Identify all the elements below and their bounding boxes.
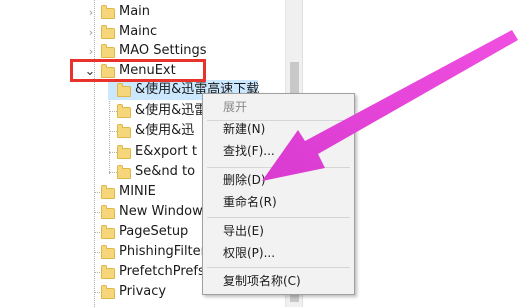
tree-item-label: PageSetup xyxy=(119,224,189,239)
tree-item-label: MAO Settings xyxy=(119,43,207,58)
tree-item-label: E&xport t xyxy=(135,144,197,159)
menu-item-export[interactable]: 导出(E) xyxy=(203,220,354,242)
chevron-right-icon[interactable]: › xyxy=(83,41,99,61)
tree-item-label: Mainc xyxy=(119,24,158,39)
menu-item-delete[interactable]: 删除(D) xyxy=(203,169,354,191)
folder-icon xyxy=(101,44,115,58)
menu-separator xyxy=(207,267,350,268)
tree-item-label: &使用&迅 xyxy=(135,123,195,138)
folder-icon xyxy=(101,185,115,199)
menu-item-expand: 展开 xyxy=(223,100,248,114)
folder-icon xyxy=(101,245,115,259)
tree-item-main[interactable]: › Main xyxy=(0,2,285,22)
folder-icon xyxy=(101,205,115,219)
folder-icon xyxy=(101,25,115,39)
menu-item-find[interactable]: 查找(F)... xyxy=(203,140,354,162)
folder-icon xyxy=(117,83,131,97)
folder-icon xyxy=(117,104,131,118)
highlight-box xyxy=(70,59,206,82)
tree-item-label: Main xyxy=(119,4,151,19)
folder-icon xyxy=(101,225,115,239)
tree-item-label: MINIE xyxy=(119,184,156,199)
menu-item-new[interactable]: 新建(N) xyxy=(203,118,354,140)
tree-item-label: New Window xyxy=(119,204,203,219)
menu-item-permissions[interactable]: 权限(P)... xyxy=(203,242,354,264)
folder-icon xyxy=(117,145,131,159)
folder-icon xyxy=(101,285,115,299)
tree-item-label: Privacy xyxy=(119,284,167,299)
menu-item-rename[interactable]: 重命名(R) xyxy=(203,191,354,213)
tree-item-label: Se&nd to xyxy=(135,164,196,179)
menu-separator xyxy=(207,167,350,168)
folder-icon xyxy=(101,265,115,279)
tree-item-mao-settings[interactable]: › MAO Settings xyxy=(0,41,285,61)
tree-item-label: PhishingFilter xyxy=(119,244,207,259)
chevron-right-icon[interactable]: › xyxy=(83,2,99,22)
context-menu: 展开 新建(N) 查找(F)... 删除(D) 重命名(R) 导出(E) 权限(… xyxy=(202,93,355,295)
tree-item-label: PrefetchPrefs xyxy=(119,264,205,279)
folder-icon xyxy=(101,5,115,19)
tree-item-mainc[interactable]: › Mainc xyxy=(0,22,285,42)
menu-item-copy-key-name[interactable]: 复制项名称(C) xyxy=(203,270,354,292)
tree-item-label: &使用&迅雷 xyxy=(135,103,208,118)
menu-separator xyxy=(207,217,350,218)
chevron-right-icon[interactable]: › xyxy=(83,22,99,42)
folder-icon xyxy=(117,165,131,179)
folder-icon xyxy=(117,124,131,138)
